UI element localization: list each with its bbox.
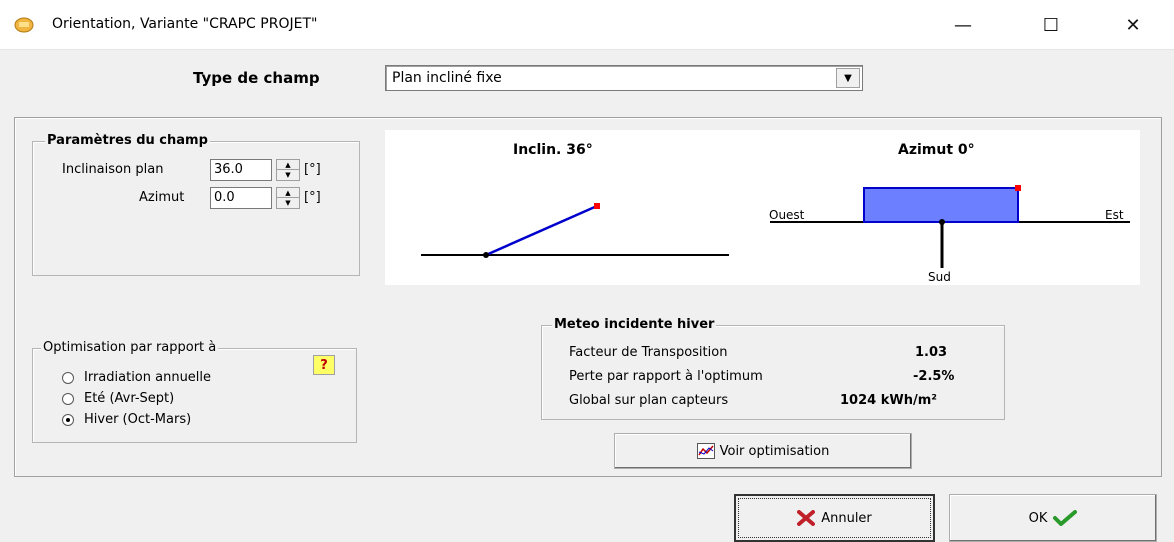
params-legend: Paramètres du champ <box>45 133 210 148</box>
spin-down-icon[interactable]: ▼ <box>277 198 299 208</box>
meteo-label-transposition: Facteur de Transposition <box>569 345 728 360</box>
inclinaison-input[interactable]: 36.0 <box>210 159 272 181</box>
cancel-icon <box>797 510 816 526</box>
maximize-icon: ☐ <box>1042 14 1060 36</box>
meteo-legend: Meteo incidente hiver <box>552 317 717 332</box>
ouest-label: Ouest <box>769 208 805 222</box>
inclinaison-spinner[interactable]: ▲ ▼ <box>276 159 300 181</box>
radio-icon[interactable] <box>62 371 74 384</box>
meteo-value-transposition: 1.03 <box>915 345 948 360</box>
tilt-pivot <box>483 252 489 258</box>
minimize-button[interactable]: — <box>940 0 986 50</box>
voir-optimisation-label: Voir optimisation <box>719 443 830 459</box>
radio-checked-icon[interactable] <box>62 413 74 426</box>
close-button[interactable]: ✕ <box>1110 0 1156 50</box>
window-title: Orientation, Variante "CRAPC PROJET" <box>52 16 318 32</box>
orientation-drawing <box>421 185 1130 268</box>
chart-icon <box>696 443 715 459</box>
tilt-marker <box>594 203 600 209</box>
close-icon: ✕ <box>1125 14 1141 36</box>
radio-irradiation-annuelle[interactable]: Irradiation annuelle <box>62 370 211 385</box>
inclinaison-label: Inclinaison plan <box>62 162 164 177</box>
radio-ete[interactable]: Eté (Avr-Sept) <box>62 391 174 406</box>
optimisation-legend: Optimisation par rapport à <box>41 340 219 355</box>
minimize-icon: — <box>954 14 972 36</box>
type-champ-label: Type de champ <box>193 69 320 87</box>
checkmark-icon <box>1053 510 1078 526</box>
type-champ-value: Plan incliné fixe <box>392 70 502 86</box>
azimut-plane <box>863 187 1019 223</box>
radio-label: Eté (Avr-Sept) <box>84 391 175 406</box>
meteo-value-global: 1024 kWh/m² <box>840 393 937 408</box>
spin-down-icon[interactable]: ▼ <box>277 170 299 180</box>
radio-label: Irradiation annuelle <box>84 370 212 385</box>
inclinaison-unit: [°] <box>304 162 321 177</box>
annuler-button[interactable]: Annuler <box>734 494 935 542</box>
radio-hiver[interactable]: Hiver (Oct-Mars) <box>62 412 191 427</box>
azimut-pivot <box>939 219 945 225</box>
dropdown-arrow-icon[interactable]: ▼ <box>836 68 860 88</box>
est-label: Est <box>1105 208 1124 222</box>
orientation-diagram: Inclin. 36° Azimut 0° Ouest Est Sud <box>385 130 1140 285</box>
radio-icon[interactable] <box>62 392 74 405</box>
ok-label: OK <box>1028 510 1048 526</box>
azimut-unit: [°] <box>304 190 321 205</box>
spin-up-icon[interactable]: ▲ <box>277 188 299 198</box>
voir-optimisation-button[interactable]: Voir optimisation <box>614 433 912 469</box>
title-bar: Orientation, Variante "CRAPC PROJET" — ☐… <box>0 0 1174 50</box>
azimut-label: Azimut <box>139 190 185 205</box>
spin-up-icon[interactable]: ▲ <box>277 160 299 170</box>
meteo-label-perte: Perte par rapport à l'optimum <box>569 369 763 384</box>
azimut-marker <box>1015 185 1021 191</box>
help-icon: ? <box>320 357 328 373</box>
help-button[interactable]: ? <box>313 355 335 375</box>
azimut-spinner[interactable]: ▲ ▼ <box>276 187 300 209</box>
radio-label: Hiver (Oct-Mars) <box>84 412 192 427</box>
annuler-label: Annuler <box>821 510 872 526</box>
meteo-value-perte: -2.5% <box>913 369 955 384</box>
sud-label: Sud <box>928 270 951 284</box>
tilt-plane-line <box>485 204 598 257</box>
ok-button[interactable]: OK <box>949 494 1157 542</box>
type-champ-select[interactable]: Plan incliné fixe ▼ <box>385 65 863 91</box>
azimut-input[interactable]: 0.0 <box>210 187 272 209</box>
maximize-button[interactable]: ☐ <box>1028 0 1074 50</box>
meteo-label-global: Global sur plan capteurs <box>569 393 729 408</box>
app-icon <box>14 17 34 33</box>
